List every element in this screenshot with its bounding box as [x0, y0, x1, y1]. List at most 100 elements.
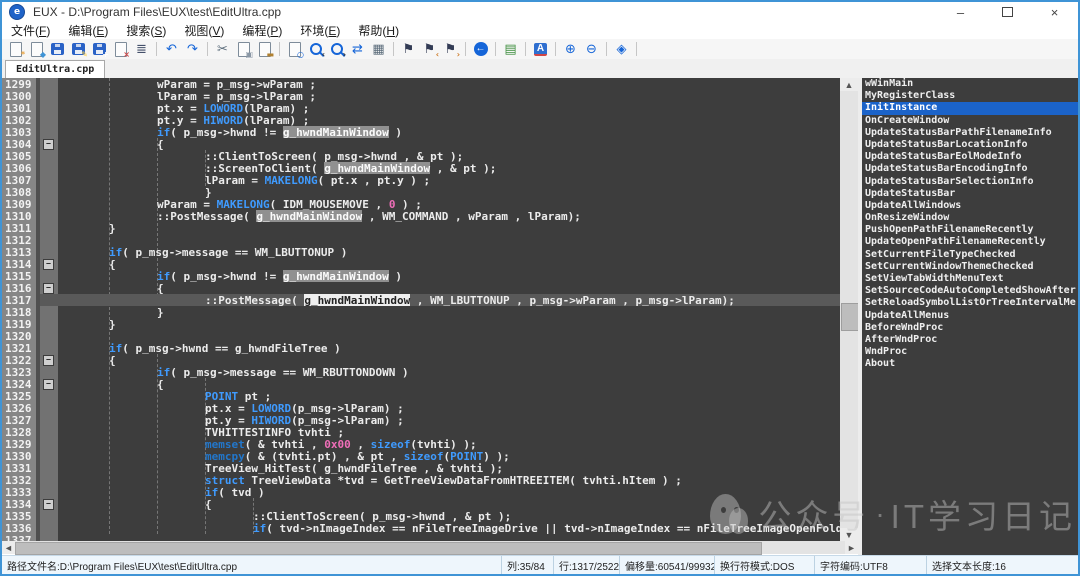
code-line-1337[interactable]: 1337 — [2, 534, 840, 541]
next-bookmark-icon[interactable]: ⚑› — [441, 41, 460, 58]
code-line-1336[interactable]: 1336if( tvd->nImageIndex == nFileTreeIma… — [2, 522, 840, 534]
function-list-item[interactable]: WndProc — [862, 346, 1078, 358]
find-next-icon[interactable]: › — [327, 41, 346, 58]
copy-icon[interactable]: ▣ — [234, 41, 253, 58]
fold-marker-icon[interactable]: − — [43, 379, 54, 390]
scroll-down-icon[interactable]: ▼ — [840, 528, 858, 541]
maximize-button[interactable] — [984, 2, 1031, 22]
code-line-1321[interactable]: 1321if( p_msg->hwnd == g_hwndFileTree ) — [2, 342, 840, 354]
redo-icon[interactable]: ↷ — [183, 41, 202, 58]
function-list-item[interactable]: UpdateAllMenus — [862, 310, 1078, 322]
code-line-1310[interactable]: 1310::PostMessage( g_hwndMainWindow , WM… — [2, 210, 840, 222]
minimize-button[interactable]: – — [937, 2, 984, 22]
function-list-item[interactable]: AfterWndProc — [862, 334, 1078, 346]
menu-e[interactable]: 环境(E) — [291, 22, 349, 39]
function-list-item[interactable]: UpdateStatusBarSelectionInfo — [862, 176, 1078, 188]
find-icon[interactable]: ○ — [285, 41, 304, 58]
fold-marker-icon[interactable]: − — [43, 283, 54, 294]
function-list-item[interactable]: PushOpenPathFilenameRecently — [862, 224, 1078, 236]
function-list-item[interactable]: InitInstance — [862, 102, 1078, 114]
function-list-item[interactable]: SetViewTabWidthMenuText — [862, 273, 1078, 285]
function-list-item[interactable]: SetSourceCodeAutoCompletedShowAfter — [862, 285, 1078, 297]
horizontal-scrollbar-thumb[interactable] — [15, 542, 762, 555]
code-line-1328[interactable]: 1328TVHITTESTINFO tvhti ; — [2, 426, 840, 438]
menu-f[interactable]: 文件(F) — [2, 22, 59, 39]
save-all-icon[interactable]: + — [90, 41, 109, 58]
code-line-1334[interactable]: 1334−{ — [2, 498, 840, 510]
paste-icon[interactable]: ▬ — [255, 41, 274, 58]
code-line-1308[interactable]: 1308} — [2, 186, 840, 198]
code-line-1322[interactable]: 1322−{ — [2, 354, 840, 366]
code-line-1324[interactable]: 1324−{ — [2, 378, 840, 390]
function-list-item[interactable]: UpdateAllWindows — [862, 200, 1078, 212]
code-line-1326[interactable]: 1326pt.x = LOWORD(p_msg->lParam) ; — [2, 402, 840, 414]
save-icon[interactable] — [48, 41, 67, 58]
fold-marker-icon[interactable]: − — [43, 139, 54, 150]
code-line-1330[interactable]: 1330memcpy( & (tvhti.pt) , & pt , sizeof… — [2, 450, 840, 462]
code-line-1333[interactable]: 1333if( tvd ) — [2, 486, 840, 498]
code-line-1304[interactable]: 1304−{ — [2, 138, 840, 150]
code-line-1305[interactable]: 1305::ClientToScreen( p_msg->hwnd , & pt… — [2, 150, 840, 162]
function-list-item[interactable]: OnResizeWindow — [862, 212, 1078, 224]
menu-s[interactable]: 搜索(S) — [117, 22, 175, 39]
scroll-up-icon[interactable]: ▲ — [840, 78, 858, 91]
code-line-1323[interactable]: 1323if( p_msg->message == WM_RBUTTONDOWN… — [2, 366, 840, 378]
fold-marker-icon[interactable]: − — [43, 355, 54, 366]
function-list-item[interactable]: SetCurrentWindowThemeChecked — [862, 261, 1078, 273]
function-list-item[interactable]: About — [862, 358, 1078, 370]
function-list-item[interactable]: UpdateStatusBarPathFilenameInfo — [862, 127, 1078, 139]
file-list-icon[interactable]: ≣ — [132, 41, 151, 58]
zoom-in-icon[interactable]: ⊕ — [561, 41, 580, 58]
open-file-icon[interactable]: ◆ — [27, 41, 46, 58]
scroll-right-icon[interactable]: ► — [845, 541, 858, 554]
function-list-item[interactable]: wWinMain — [862, 78, 1078, 90]
code-line-1311[interactable]: 1311} — [2, 222, 840, 234]
editor-horizontal-scrollbar[interactable]: ◄ ► — [2, 541, 858, 554]
vertical-scrollbar-thumb[interactable] — [841, 303, 859, 331]
code-line-1314[interactable]: 1314−{ — [2, 258, 840, 270]
function-list-item[interactable]: UpdateStatusBarLocationInfo — [862, 139, 1078, 151]
fold-marker-icon[interactable]: − — [43, 259, 54, 270]
code-line-1317[interactable]: 1317::PostMessage( g_hwndMainWindow , WM… — [2, 294, 840, 306]
syntax-color-icon[interactable]: A — [531, 41, 550, 58]
close-button[interactable]: × — [1031, 2, 1078, 22]
tab-editultra-cpp[interactable]: EditUltra.cpp — [5, 60, 105, 78]
code-line-1306[interactable]: 1306::ScreenToClient( g_hwndMainWindow ,… — [2, 162, 840, 174]
menu-e[interactable]: 编辑(E) — [59, 22, 117, 39]
code-line-1309[interactable]: 1309wParam = MAKELONG( IDM_MOUSEMOVE , 0… — [2, 198, 840, 210]
code-line-1315[interactable]: 1315if( p_msg->hwnd != g_hwndMainWindow … — [2, 270, 840, 282]
zoom-out-icon[interactable]: ⊖ — [582, 41, 601, 58]
function-list-item[interactable]: MyRegisterClass — [862, 90, 1078, 102]
function-list-item[interactable]: UpdateStatusBarEncodingInfo — [862, 163, 1078, 175]
code-line-1312[interactable]: 1312 — [2, 234, 840, 246]
code-line-1329[interactable]: 1329memset( & tvhti , 0x00 , sizeof(tvht… — [2, 438, 840, 450]
code-line-1319[interactable]: 1319} — [2, 318, 840, 330]
function-list-item[interactable]: SetCurrentFileTypeChecked — [862, 249, 1078, 261]
code-line-1302[interactable]: 1302pt.y = HIWORD(lParam) ; — [2, 114, 840, 126]
prev-bookmark-icon[interactable]: ⚑‹ — [420, 41, 439, 58]
code-line-1313[interactable]: 1313if( p_msg->message == WM_LBUTTONUP ) — [2, 246, 840, 258]
code-line-1299[interactable]: 1299wParam = p_msg->wParam ; — [2, 78, 840, 90]
undo-icon[interactable]: ↶ — [162, 41, 181, 58]
replace-icon[interactable]: ⇄ — [348, 41, 367, 58]
code-line-1327[interactable]: 1327pt.y = HIWORD(p_msg->lParam) ; — [2, 414, 840, 426]
menu-p[interactable]: 编程(P) — [233, 22, 291, 39]
code-line-1300[interactable]: 1300lParam = p_msg->lParam ; — [2, 90, 840, 102]
code-line-1335[interactable]: 1335::ClientToScreen( p_msg->hwnd , & pt… — [2, 510, 840, 522]
code-line-1318[interactable]: 1318} — [2, 306, 840, 318]
code-line-1320[interactable]: 1320 — [2, 330, 840, 342]
replace-all-icon[interactable]: ▦ — [369, 41, 388, 58]
function-list-item[interactable]: SetReloadSymbolListOrTreeIntervalMe — [862, 297, 1078, 309]
function-list-item[interactable]: UpdateStatusBarEolModeInfo — [862, 151, 1078, 163]
code-line-1332[interactable]: 1332struct TreeViewData *tvd = GetTreeVi… — [2, 474, 840, 486]
save-as-icon[interactable]: ✎ — [69, 41, 88, 58]
code-line-1331[interactable]: 1331TreeView_HitTest( g_hwndFileTree , &… — [2, 462, 840, 474]
cut-icon[interactable]: ✂ — [213, 41, 232, 58]
code-editor[interactable]: 1299wParam = p_msg->wParam ;1300lParam =… — [2, 78, 840, 541]
code-line-1301[interactable]: 1301pt.x = LOWORD(lParam) ; — [2, 102, 840, 114]
editor-vertical-scrollbar[interactable]: ▲ ▼ — [840, 78, 858, 541]
about-icon[interactable]: ◈ — [612, 41, 631, 58]
function-list-item[interactable]: OnCreateWindow — [862, 115, 1078, 127]
code-line-1325[interactable]: 1325POINT pt ; — [2, 390, 840, 402]
find-prev-icon[interactable]: ‹ — [306, 41, 325, 58]
